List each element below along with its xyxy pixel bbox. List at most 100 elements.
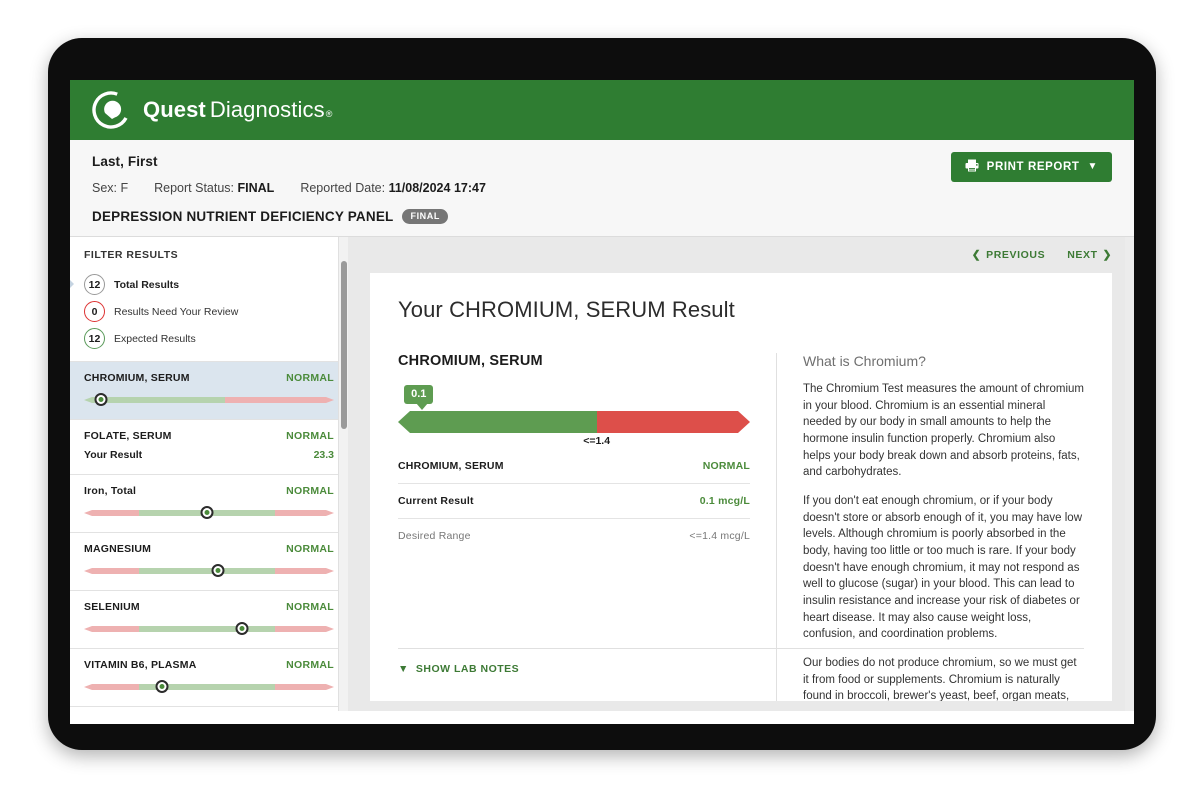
filter-label: Total Results [114, 279, 179, 291]
result-item-header: MAGNESIUMNORMAL [84, 543, 334, 555]
chevron-right-icon: ❯ [1103, 249, 1112, 261]
gauge-segment-lo [92, 510, 139, 516]
result-list-item-2[interactable]: Iron, Total NORMAL [70, 474, 348, 533]
result-list-item-5[interactable]: VITAMIN B6, PLASMANORMAL [70, 648, 348, 707]
gauge-segment-hi [225, 397, 326, 403]
result-item-status: NORMAL [286, 430, 334, 442]
result-list: CHROMIUM, SERUM NORMAL FOLATE, SERUM NORMAL… [70, 361, 348, 707]
result-item-subrow: Your Result23.3 [84, 449, 334, 461]
sidebar-scrollbar[interactable] [338, 237, 348, 711]
result-item-name: Iron, Total [84, 485, 136, 497]
result-row-1: Current Result0.1 mcg/L [398, 484, 750, 519]
gauge-segment-lo [92, 626, 139, 632]
gauge-value-marker [200, 506, 213, 519]
gauge-segment-hi [275, 626, 326, 632]
result-row-value: <=1.4 mcg/L [689, 530, 750, 542]
result-row-0: CHROMIUM, SERUMNORMAL [398, 449, 750, 484]
report-status-value: FINAL [238, 181, 275, 195]
result-item-header: SELENIUM NORMAL [84, 601, 334, 613]
next-result-button[interactable]: NEXT ❯ [1067, 249, 1112, 261]
quest-swirl-logo-icon [92, 91, 130, 129]
gauge-segment-ok [92, 397, 225, 403]
gauge-value-marker [156, 680, 169, 693]
gauge-segment-lo [92, 684, 139, 690]
reported-date: Reported Date: 11/08/2024 17:47 [300, 181, 486, 195]
result-item-header: Iron, Total NORMAL [84, 485, 334, 497]
result-item-status: NORMAL [286, 372, 334, 384]
main-scrollbar[interactable] [1125, 237, 1134, 711]
gauge-right-cap [326, 684, 334, 690]
printer-icon [965, 159, 979, 175]
result-list-item-3[interactable]: MAGNESIUMNORMAL [70, 532, 348, 591]
result-item-name: SELENIUM [84, 601, 140, 613]
brand-wordmark: Quest Diagnostics ® [143, 97, 332, 123]
filter-count-badge: 12 [84, 328, 105, 349]
print-report-label: PRINT REPORT [987, 161, 1080, 173]
content-body: FILTER RESULTS 12 Total Results 0Results N… [70, 237, 1134, 711]
mini-gauge [84, 622, 334, 635]
filter-results-label: FILTER RESULTS [70, 237, 348, 271]
screenshot-stage: Quest Diagnostics ® Last, First Sex: F R… [0, 0, 1200, 800]
chevron-down-icon: ▼ [398, 663, 409, 675]
result-item-status: NORMAL [286, 543, 334, 555]
gauge-value-marker [235, 622, 248, 635]
main-column: ❮ PREVIOUS NEXT ❯ Your CHROMIUM, SERUM R… [348, 237, 1134, 711]
gauge-track [92, 684, 326, 690]
gauge-track [92, 626, 326, 632]
next-label: NEXT [1067, 249, 1097, 261]
filter-row-2[interactable]: 12 Expected Results [70, 325, 348, 352]
result-item-status: NORMAL [286, 485, 334, 497]
gauge-left-cap [84, 684, 92, 690]
gauge-track [92, 397, 326, 403]
print-report-button[interactable]: PRINT REPORT ▼ [951, 152, 1112, 182]
filter-label: Results Need Your Review [114, 306, 238, 318]
result-row-key: Current Result [398, 495, 474, 507]
gauge-track [92, 568, 326, 574]
filter-label: Expected Results [114, 333, 196, 345]
gauge-segment-hi [597, 411, 738, 433]
mini-gauge [84, 680, 334, 693]
patient-meta: Sex: F Report Status: FINAL Reported Dat… [92, 181, 1112, 195]
gauge-left-cap [84, 568, 92, 574]
result-item-sub-value: 23.3 [314, 449, 334, 461]
gauge-right-cap [326, 510, 334, 516]
previous-label: PREVIOUS [986, 249, 1045, 261]
sidebar-scrollbar-thumb[interactable] [341, 261, 347, 429]
reported-date-value: 11/08/2024 17:47 [389, 181, 486, 195]
result-item-name: CHROMIUM, SERUM [84, 372, 190, 384]
filter-row-1[interactable]: 0Results Need Your Review [70, 298, 348, 325]
gauge-value-marker [212, 564, 225, 577]
registered-mark: ® [326, 109, 333, 119]
panel-status-badge: FINAL [402, 209, 448, 224]
result-list-item-0[interactable]: CHROMIUM, SERUM NORMAL [70, 361, 348, 420]
show-lab-notes-button[interactable]: ▼ SHOW LAB NOTES [398, 663, 1084, 675]
gauge-value-marker [95, 393, 108, 406]
result-item-status: NORMAL [286, 601, 334, 613]
info-title: What is Chromium? [803, 353, 1084, 369]
chevron-down-icon: ▼ [1088, 162, 1099, 172]
report-status: Report Status: FINAL [154, 181, 274, 195]
panel-title-row: DEPRESSION NUTRIENT DEFICIENCY PANEL FIN… [70, 195, 1134, 237]
mini-gauge [84, 564, 334, 577]
patient-header: Last, First Sex: F Report Status: FINAL … [70, 140, 1134, 195]
result-item-name: VITAMIN B6, PLASMA [84, 659, 197, 671]
gauge-left-cap [84, 510, 92, 516]
mini-gauge [84, 506, 334, 519]
filter-row-0[interactable]: 12 Total Results [70, 271, 348, 298]
result-item-header: VITAMIN B6, PLASMANORMAL [84, 659, 334, 671]
show-lab-notes-label: SHOW LAB NOTES [416, 663, 519, 675]
previous-result-button[interactable]: ❮ PREVIOUS [972, 249, 1045, 261]
filter-count-badge: 12 [84, 274, 105, 295]
reported-date-label: Reported Date: [300, 181, 385, 195]
report-status-label: Report Status: [154, 181, 234, 195]
mini-gauge [84, 393, 334, 406]
result-list-item-1[interactable]: FOLATE, SERUM NORMAL Your Result23.3 [70, 419, 348, 475]
result-item-header: FOLATE, SERUM NORMAL [84, 430, 334, 442]
gauge-segment-hi [275, 510, 326, 516]
result-list-item-4[interactable]: SELENIUM NORMAL [70, 590, 348, 649]
filter-list: 12 Total Results 0Results Need Your Review… [70, 271, 348, 352]
result-item-name: FOLATE, SERUM [84, 430, 172, 442]
result-row-key: CHROMIUM, SERUM [398, 460, 504, 472]
page-title: Your CHROMIUM, SERUM Result [398, 297, 1084, 323]
gauge-segment-hi [275, 568, 326, 574]
